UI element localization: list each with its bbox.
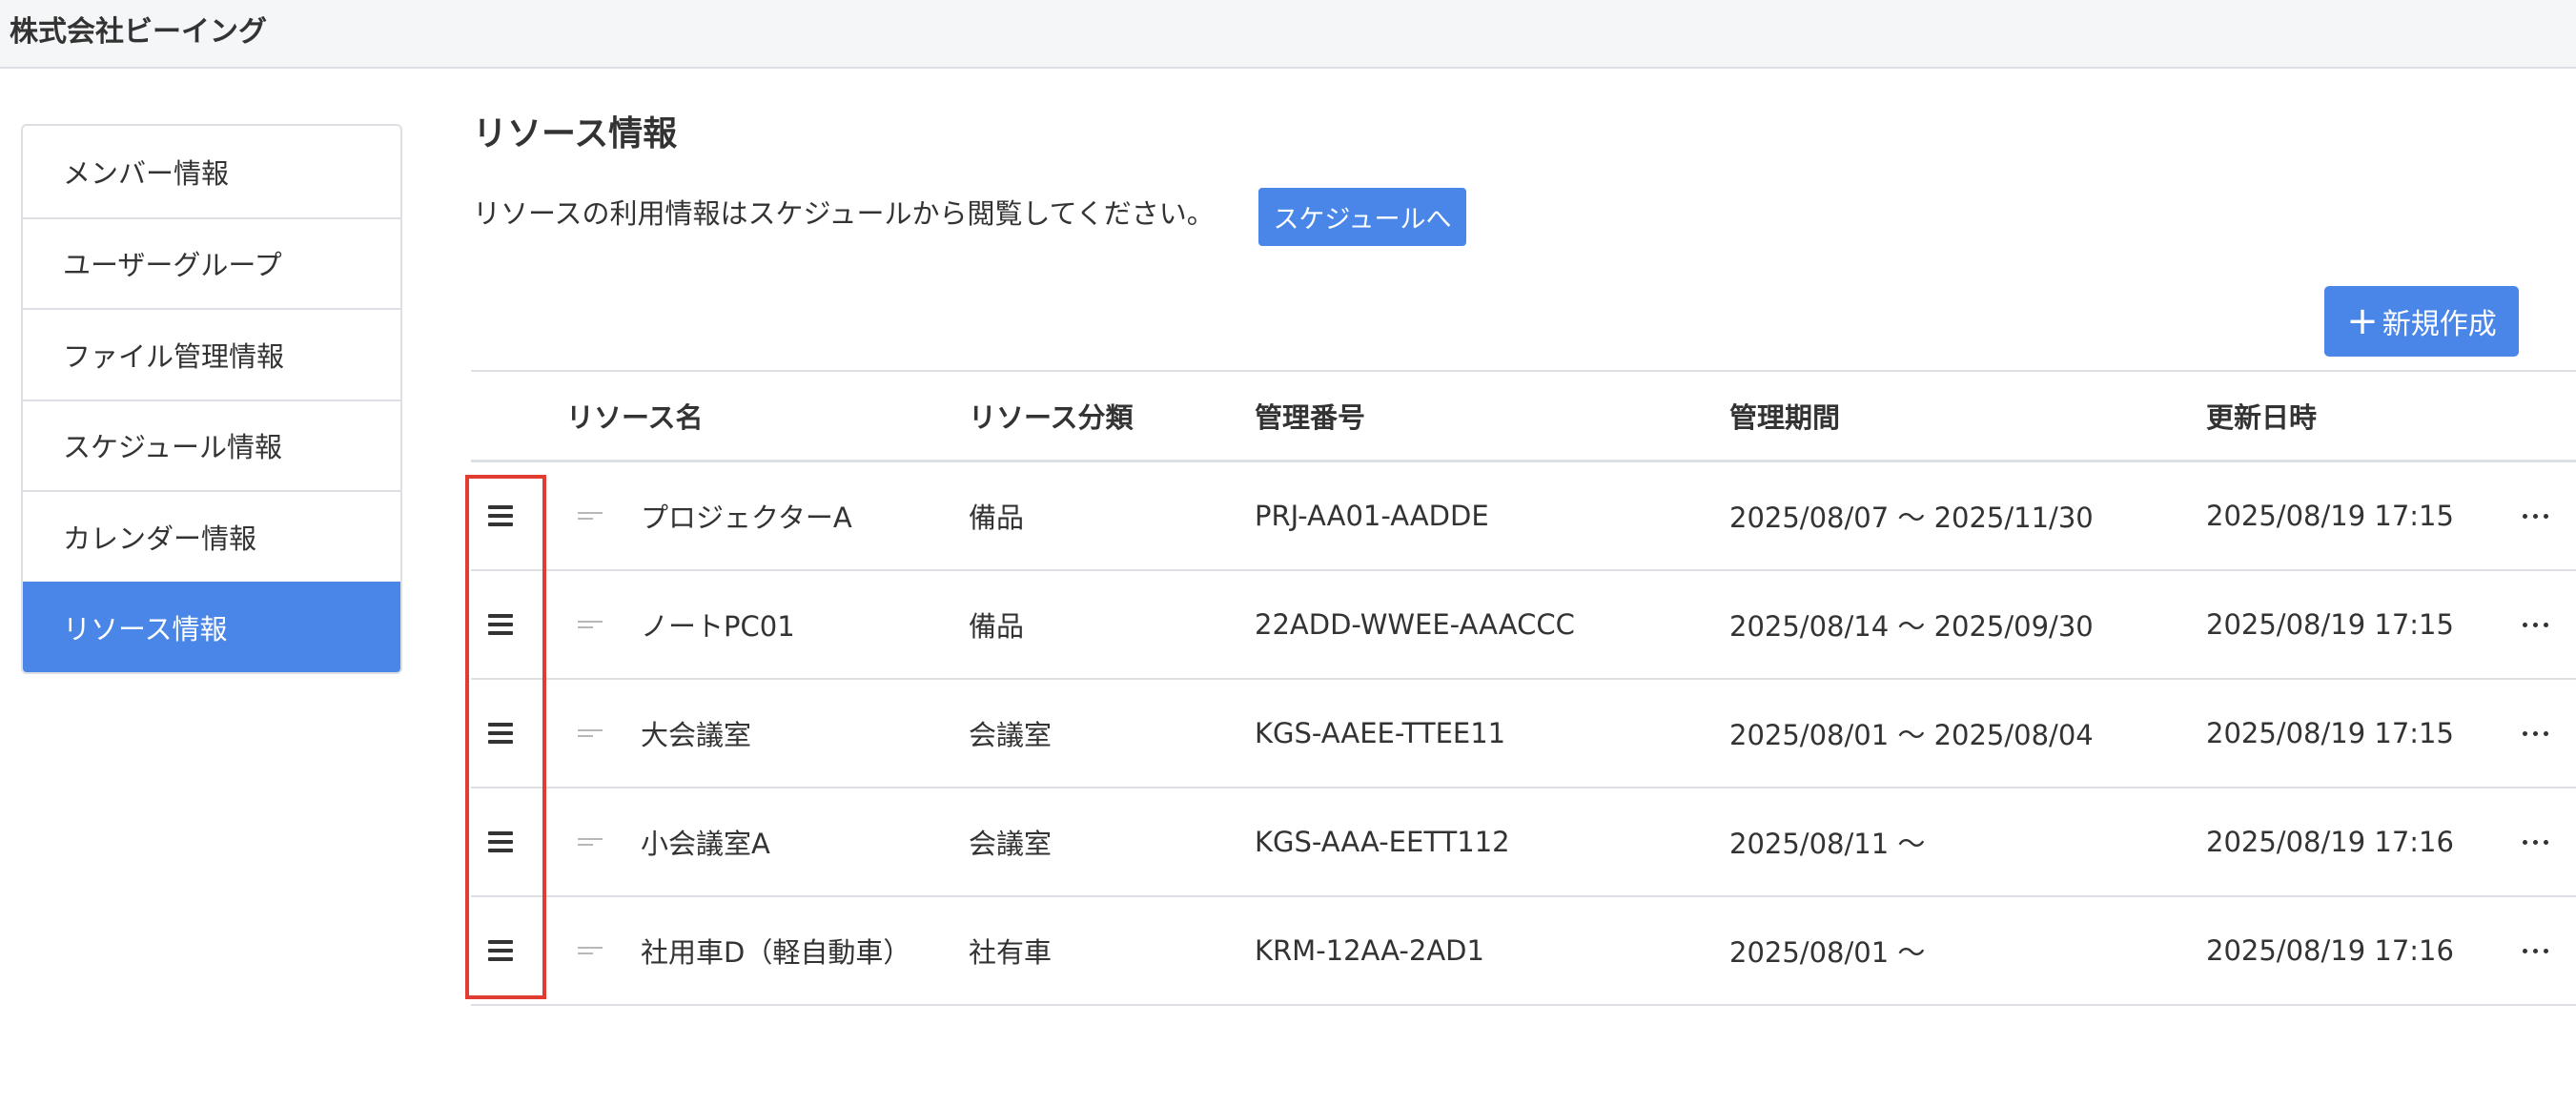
updated-at: 2025/08/19 17:15 bbox=[2206, 608, 2454, 641]
table-header: リソース名 リソース分類 管理番号 管理期間 更新日時 bbox=[471, 370, 2576, 462]
more-options-icon[interactable] bbox=[2507, 605, 2565, 644]
more-options-icon[interactable] bbox=[2507, 823, 2565, 861]
drag-handle-icon[interactable] bbox=[484, 498, 517, 534]
management-number: KRM-12AA-2AD1 bbox=[1255, 934, 1484, 967]
sidebar-item-resources[interactable]: リソース情報 bbox=[23, 581, 400, 672]
column-header-updated-at: 更新日時 bbox=[2206, 401, 2318, 434]
updated-at: 2025/08/19 17:16 bbox=[2206, 934, 2454, 967]
table-row[interactable]: 社用車D（軽自動車） 社有車 KRM-12AA-2AD1 2025/08/01 … bbox=[471, 897, 2576, 1006]
resource-category: 備品 bbox=[969, 502, 1025, 534]
resource-name[interactable]: 社用車D（軽自動車） bbox=[641, 897, 910, 1004]
resource-category: 会議室 bbox=[969, 719, 1053, 751]
resource-thumbnail-icon bbox=[576, 943, 604, 960]
resource-name[interactable]: 大会議室 bbox=[641, 680, 751, 787]
page-description: リソースの利用情報はスケジュールから閲覧してください。 bbox=[473, 197, 1215, 230]
management-period: 2025/08/01 〜 2025/08/04 bbox=[1729, 719, 2094, 751]
column-header-management-period: 管理期間 bbox=[1729, 401, 1841, 434]
create-new-label: 新規作成 bbox=[2382, 308, 2497, 341]
plus-icon: + bbox=[2346, 299, 2379, 343]
management-period: 2025/08/01 〜 bbox=[1729, 936, 1926, 969]
more-options-icon[interactable] bbox=[2507, 932, 2565, 970]
drag-handle-icon[interactable] bbox=[484, 715, 517, 751]
drag-handle-icon[interactable] bbox=[484, 824, 517, 860]
table-row[interactable]: ノートPC01 備品 22ADD-WWEE-AAACCC 2025/08/14 … bbox=[471, 571, 2576, 680]
management-period: 2025/08/07 〜 2025/11/30 bbox=[1729, 502, 2094, 534]
column-header-management-number: 管理番号 bbox=[1255, 401, 1366, 434]
resource-category: 社有車 bbox=[969, 936, 1053, 969]
resource-category: 備品 bbox=[969, 610, 1025, 643]
updated-at: 2025/08/19 17:15 bbox=[2206, 500, 2454, 532]
resource-table: リソース名 リソース分類 管理番号 管理期間 更新日時 プロジェクターA 備品 … bbox=[471, 370, 2576, 1006]
resource-thumbnail-icon bbox=[576, 508, 604, 525]
updated-at: 2025/08/19 17:16 bbox=[2206, 826, 2454, 858]
management-period: 2025/08/14 〜 2025/09/30 bbox=[1729, 610, 2094, 643]
resource-name[interactable]: ノートPC01 bbox=[641, 571, 795, 678]
go-to-schedule-button[interactable]: スケジュールへ bbox=[1258, 188, 1466, 246]
resource-thumbnail-icon bbox=[576, 617, 604, 634]
management-number: KGS-AAEE-TTEE11 bbox=[1255, 717, 1506, 749]
management-period: 2025/08/11 〜 bbox=[1729, 828, 1926, 860]
management-number: 22ADD-WWEE-AAACCC bbox=[1255, 608, 1575, 641]
resource-name[interactable]: 小会議室A bbox=[641, 789, 770, 895]
create-new-button[interactable]: + 新規作成 bbox=[2324, 286, 2519, 357]
management-number: PRJ-AA01-AADDE bbox=[1255, 500, 1489, 532]
resource-name[interactable]: プロジェクターA bbox=[641, 462, 852, 569]
drag-handle-icon[interactable] bbox=[484, 606, 517, 643]
table-row[interactable]: 大会議室 会議室 KGS-AAEE-TTEE11 2025/08/01 〜 20… bbox=[471, 680, 2576, 789]
sidebar-item-user-groups[interactable]: ユーザーグループ bbox=[23, 216, 400, 309]
sidebar-item-schedule[interactable]: スケジュール情報 bbox=[23, 399, 400, 491]
resource-thumbnail-icon bbox=[576, 834, 604, 851]
page-title: リソース情報 bbox=[473, 114, 678, 154]
table-row[interactable]: プロジェクターA 備品 PRJ-AA01-AADDE 2025/08/07 〜 … bbox=[471, 462, 2576, 571]
drag-handle-icon[interactable] bbox=[484, 932, 517, 969]
management-number: KGS-AAA-EETT112 bbox=[1255, 826, 1510, 858]
resource-thumbnail-icon bbox=[576, 726, 604, 743]
more-options-icon[interactable] bbox=[2507, 714, 2565, 752]
more-options-icon[interactable] bbox=[2507, 497, 2565, 535]
sidebar-item-members[interactable]: メンバー情報 bbox=[23, 126, 400, 217]
updated-at: 2025/08/19 17:15 bbox=[2206, 717, 2454, 749]
sidebar-item-file-management[interactable]: ファイル管理情報 bbox=[23, 308, 400, 399]
column-header-resource-category: リソース分類 bbox=[969, 401, 1134, 434]
top-bar: 株式会社ビーイング bbox=[0, 0, 2576, 69]
column-header-resource-name: リソース名 bbox=[566, 401, 704, 434]
company-name: 株式会社ビーイング bbox=[10, 15, 267, 49]
sidebar-item-calendar[interactable]: カレンダー情報 bbox=[23, 490, 400, 582]
table-row[interactable]: 小会議室A 会議室 KGS-AAA-EETT112 2025/08/11 〜 2… bbox=[471, 789, 2576, 897]
sidebar-nav: メンバー情報 ユーザーグループ ファイル管理情報 スケジュール情報 カレンダー情… bbox=[21, 124, 402, 674]
resource-category: 会議室 bbox=[969, 828, 1053, 860]
